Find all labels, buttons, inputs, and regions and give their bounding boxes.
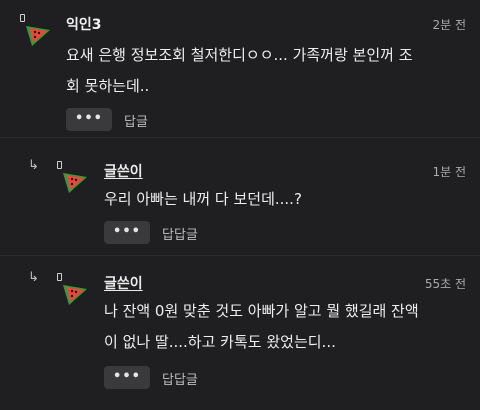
reply-item: ↳ 글쓴이 55초 전 나 잔액 0원 맞춘 것도 아빠가 알고 뭘 했길래 잔… <box>0 257 480 410</box>
reply-link[interactable]: 답답글 <box>162 224 198 243</box>
avatar[interactable] <box>57 273 91 307</box>
comment-text: 나 잔액 0원 맞춘 것도 아빠가 알고 뭘 했길래 잔액 이 없나 딸....… <box>104 296 419 358</box>
author-name[interactable]: 글쓴이 <box>104 161 143 181</box>
more-options-button[interactable]: ••• <box>66 108 112 131</box>
comment-line: 회 못하는데.. <box>66 77 150 95</box>
reply-link[interactable]: 답글 <box>124 111 148 130</box>
comment-line: 이 없나 딸....하고 카톡도 왔었는디... <box>104 333 336 351</box>
timestamp: 55초 전 <box>424 277 466 291</box>
timestamp: 1분 전 <box>432 165 466 179</box>
comment-line: 우리 아빠는 내꺼 다 보던데....? <box>104 190 302 208</box>
reply-link[interactable]: 답답글 <box>162 369 198 388</box>
avatar[interactable] <box>57 161 91 195</box>
reply-arrow-icon: ↳ <box>28 270 39 285</box>
comment-text: 요새 은행 정보조회 철저한디ㅇㅇ... 가족꺼랑 본인꺼 조 회 못하는데.. <box>66 40 413 102</box>
more-options-button[interactable]: ••• <box>104 366 150 389</box>
reply-arrow-icon: ↳ <box>28 158 39 173</box>
reply-item: ↳ 글쓴이 1분 전 우리 아빠는 내꺼 다 보던데....? ••• 답답글 <box>0 139 480 256</box>
watermelon-icon <box>63 173 87 193</box>
comment-line: 나 잔액 0원 맞춘 것도 아빠가 알고 뭘 했길래 잔액 <box>104 302 419 320</box>
watermelon-icon <box>63 285 87 305</box>
avatar[interactable] <box>20 14 54 48</box>
more-options-button[interactable]: ••• <box>104 221 150 244</box>
watermelon-icon <box>26 26 50 46</box>
author-name[interactable]: 글쓴이 <box>104 273 143 293</box>
comment-item: 익인3 2분 전 요새 은행 정보조회 철저한디ㅇㅇ... 가족꺼랑 본인꺼 조… <box>0 0 480 138</box>
timestamp: 2분 전 <box>432 18 466 32</box>
author-name[interactable]: 익인3 <box>66 14 102 34</box>
comment-text: 우리 아빠는 내꺼 다 보던데....? <box>104 184 302 215</box>
comment-line: 요새 은행 정보조회 철저한디ㅇㅇ... 가족꺼랑 본인꺼 조 <box>66 46 413 64</box>
